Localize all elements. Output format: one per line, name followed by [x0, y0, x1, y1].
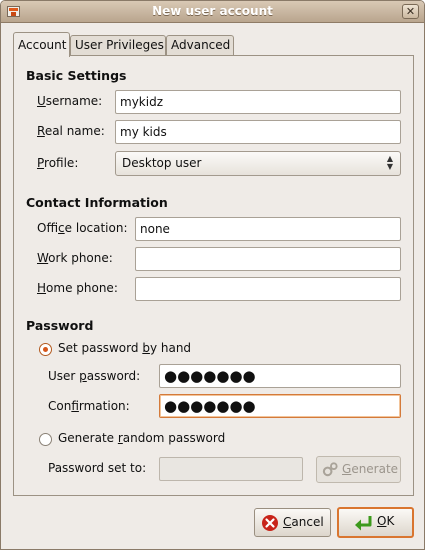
profile-label: Profile:: [37, 156, 78, 170]
generate-random-post: andom password: [122, 431, 226, 445]
cancel-text: ancel: [291, 515, 324, 529]
user-password-label: User password:: [48, 369, 140, 383]
realname-input[interactable]: my kids: [115, 120, 401, 144]
tab-account[interactable]: Account: [13, 32, 70, 57]
office-location-input[interactable]: none: [135, 217, 401, 241]
username-mnemonic: U: [37, 94, 46, 108]
generate-mnemonic: G: [342, 462, 352, 476]
generate-button-text: enerate: [351, 462, 399, 476]
tab-user-privileges[interactable]: User Privileges: [70, 35, 166, 56]
title-bar[interactable]: New user account ✕: [1, 1, 424, 23]
profile-select-value: Desktop user: [122, 156, 202, 170]
office-label-pre: Offi: [37, 221, 59, 235]
username-input[interactable]: mykidz: [115, 90, 401, 114]
set-by-hand-pre: Set password: [58, 341, 143, 355]
generate-random-label[interactable]: Generate random password: [58, 431, 225, 445]
office-location-label: Office location:: [37, 221, 128, 235]
updown-arrows-icon: ▲ ▼: [386, 154, 393, 171]
generate-random-radio[interactable]: [39, 433, 52, 446]
office-mnemonic: c: [58, 221, 65, 235]
ok-button[interactable]: OK: [337, 507, 414, 538]
contact-information-heading: Contact Information: [26, 195, 168, 210]
generate-random-pre: Generate: [58, 431, 118, 445]
work-phone-input[interactable]: [135, 247, 401, 271]
user-password-post: assword:: [86, 369, 141, 383]
set-by-hand-label[interactable]: Set password by hand: [58, 341, 191, 355]
office-label-post: e location:: [64, 221, 128, 235]
account-tab-panel: Basic Settings Username: mykidz Real nam…: [13, 55, 414, 496]
close-icon[interactable]: ✕: [402, 4, 419, 19]
tab-advanced[interactable]: Advanced: [166, 35, 234, 56]
user-password-pre: User: [48, 369, 80, 383]
work-label-text: ork phone:: [48, 251, 113, 265]
ok-text: K: [386, 514, 395, 528]
cancel-button[interactable]: Cancel: [254, 508, 331, 537]
realname-label: Real name:: [37, 124, 105, 138]
password-set-to-label: Password set to:: [48, 461, 147, 475]
realname-mnemonic: R: [37, 124, 45, 138]
username-label-text: sername:: [45, 94, 103, 108]
generate-gear-icon: [322, 462, 338, 477]
profile-select[interactable]: Desktop user ▲ ▼: [115, 151, 401, 176]
home-phone-input[interactable]: [135, 277, 401, 301]
confirmation-mnemonic: f: [71, 399, 79, 413]
password-set-to-field: [159, 457, 303, 481]
user-password-mnemonic: p: [79, 369, 87, 383]
confirmation-input[interactable]: ●●●●●●●: [159, 394, 401, 418]
cancel-x-icon: [262, 515, 278, 531]
dialog-window: New user account ✕ Account User Privileg…: [0, 0, 425, 550]
home-phone-label: Home phone:: [37, 281, 118, 295]
set-by-hand-radio[interactable]: [39, 343, 52, 356]
confirmation-label: Confirmation:: [48, 399, 130, 413]
set-by-hand-post: y hand: [149, 341, 192, 355]
home-mnemonic: H: [37, 281, 47, 295]
generate-button[interactable]: Generate: [316, 456, 401, 483]
window-title: New user account: [152, 4, 273, 18]
basic-settings-heading: Basic Settings: [26, 68, 127, 83]
work-phone-label: Work phone:: [37, 251, 113, 265]
confirmation-pre: Con: [48, 399, 72, 413]
set-by-hand-mnemonic: b: [142, 341, 150, 355]
confirmation-post: irmation:: [78, 399, 130, 413]
password-heading: Password: [26, 318, 94, 333]
work-mnemonic: W: [37, 251, 49, 265]
home-label-text: ome phone:: [46, 281, 118, 295]
profile-label-text: rofile:: [44, 156, 79, 170]
realname-label-text: eal name:: [44, 124, 105, 138]
username-label: Username:: [37, 94, 102, 108]
user-password-input[interactable]: ●●●●●●●: [159, 364, 401, 388]
ok-arrow-icon: [355, 516, 372, 531]
profile-mnemonic: P: [37, 156, 45, 170]
